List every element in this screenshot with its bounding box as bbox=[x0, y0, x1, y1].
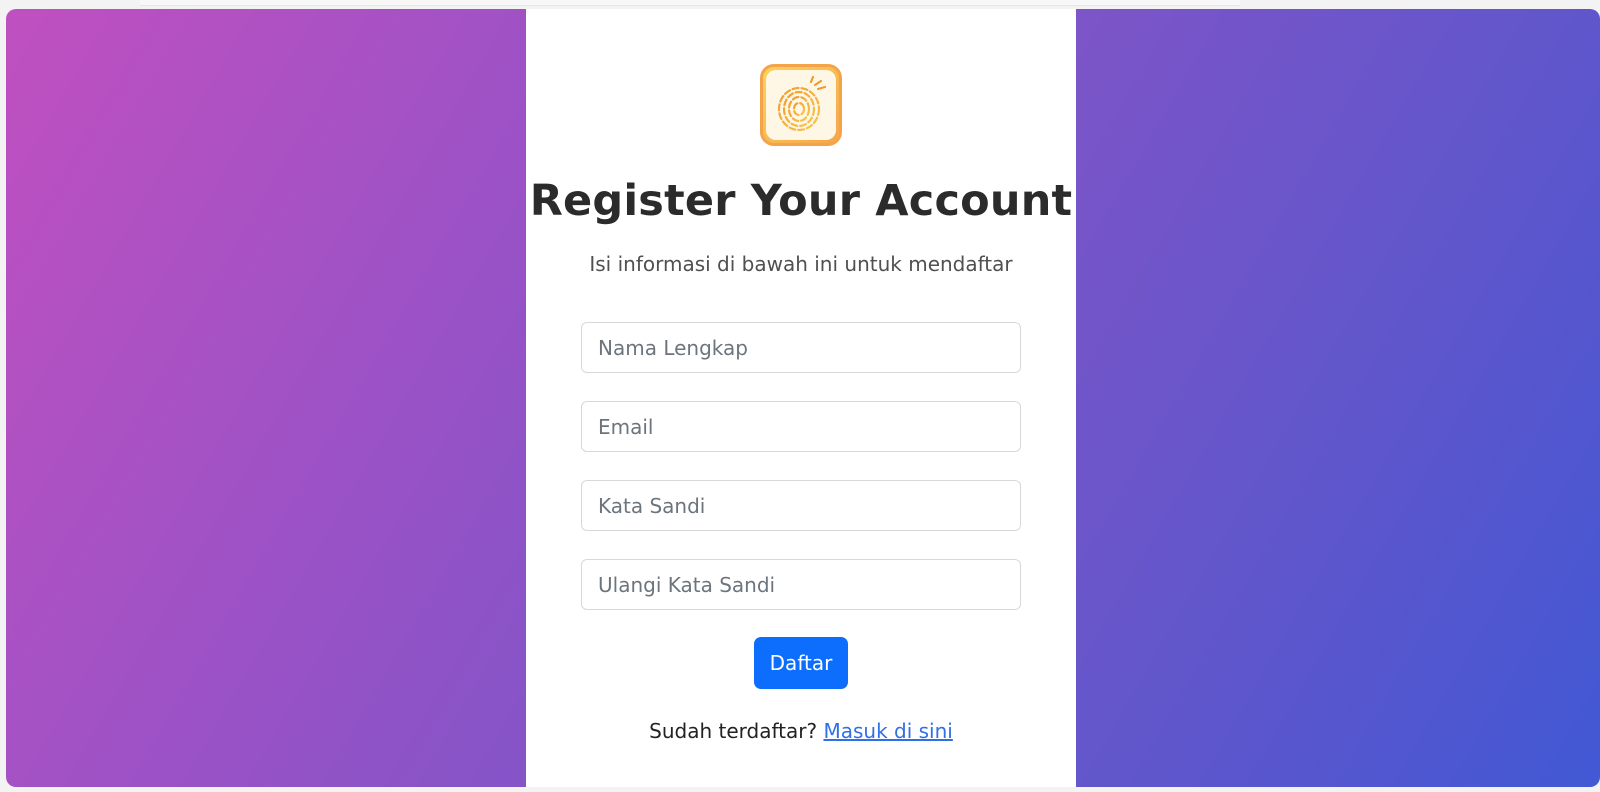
register-button[interactable]: Daftar bbox=[754, 637, 848, 689]
page-subtitle: Isi informasi di bawah ini untuk mendaft… bbox=[589, 252, 1013, 276]
email-input[interactable] bbox=[581, 401, 1021, 452]
browser-top-strip bbox=[140, 0, 1240, 6]
register-card: Register Your Account Isi informasi di b… bbox=[526, 9, 1076, 787]
signin-prompt: Sudah terdaftar? Masuk di sini bbox=[649, 719, 953, 743]
confirm-password-input[interactable] bbox=[581, 559, 1021, 610]
signin-prompt-text: Sudah terdaftar? bbox=[649, 719, 818, 743]
password-input[interactable] bbox=[581, 480, 1021, 531]
app-logo bbox=[760, 64, 842, 146]
register-form: Daftar bbox=[581, 322, 1021, 689]
page-title: Register Your Account bbox=[529, 176, 1073, 226]
fingerprint-icon bbox=[766, 70, 836, 140]
gradient-background: Register Your Account Isi informasi di b… bbox=[6, 9, 1600, 787]
full-name-input[interactable] bbox=[581, 322, 1021, 373]
login-link[interactable]: Masuk di sini bbox=[823, 719, 952, 743]
